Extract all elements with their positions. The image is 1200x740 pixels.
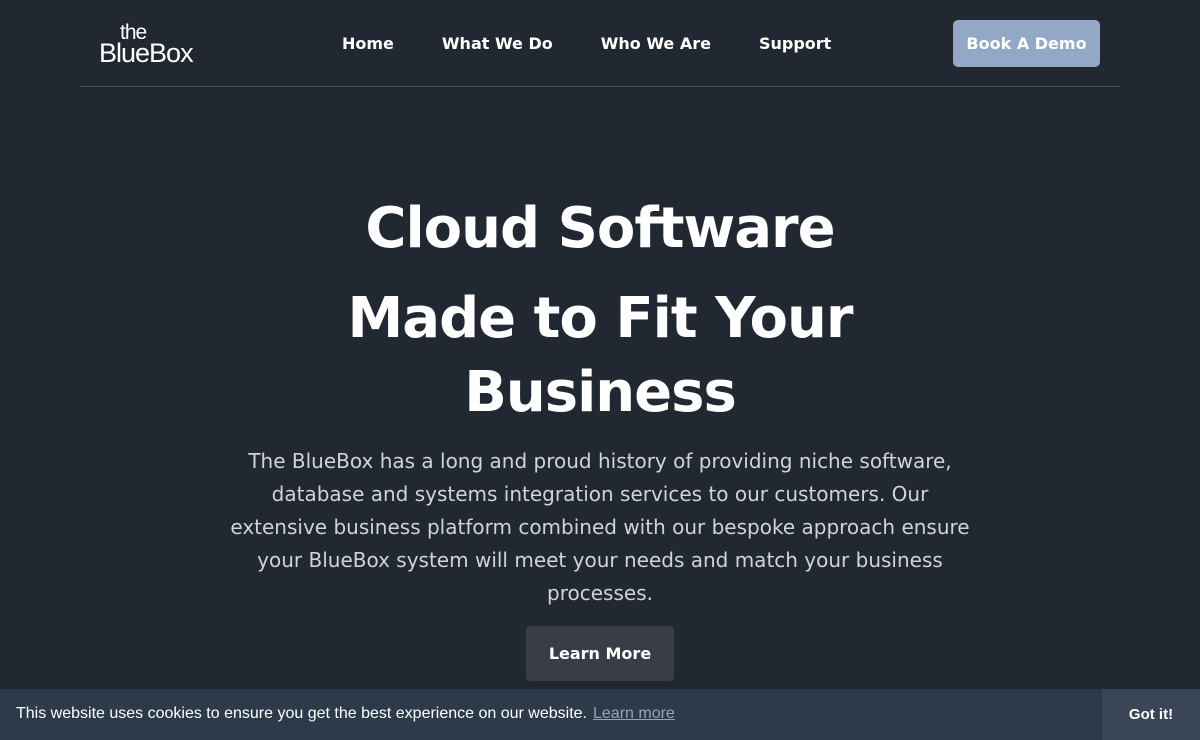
cookie-banner: This website uses cookies to ensure you … xyxy=(0,689,1200,740)
learn-more-button[interactable]: Learn More xyxy=(526,626,674,681)
book-demo-button[interactable]: Book A Demo xyxy=(953,20,1100,67)
hero-description: The BlueBox has a long and proud history… xyxy=(230,449,970,605)
bluebox-logo[interactable]: the BlueBox xyxy=(99,22,203,68)
cookie-learn-more-link[interactable]: Learn more xyxy=(593,705,675,722)
hero-title-line1: Cloud Software xyxy=(365,196,835,261)
nav-home[interactable]: Home xyxy=(342,33,394,55)
hero-title-line2: Made to Fit Your Business xyxy=(347,286,854,425)
cookie-accept-button[interactable]: Got it! xyxy=(1102,689,1200,740)
nav-who-we-are[interactable]: Who We Are xyxy=(601,33,711,55)
cookie-message-container: This website uses cookies to ensure you … xyxy=(16,704,675,724)
nav-support[interactable]: Support xyxy=(759,33,831,55)
cookie-message: This website uses cookies to ensure you … xyxy=(16,705,587,722)
logo-bluebox-text: BlueBox xyxy=(99,38,194,68)
main-nav: Home What We Do Who We Are Support xyxy=(342,33,831,55)
nav-what-we-do[interactable]: What We Do xyxy=(442,33,553,55)
site-header: the BlueBox Home What We Do Who We Are S… xyxy=(80,0,1120,87)
